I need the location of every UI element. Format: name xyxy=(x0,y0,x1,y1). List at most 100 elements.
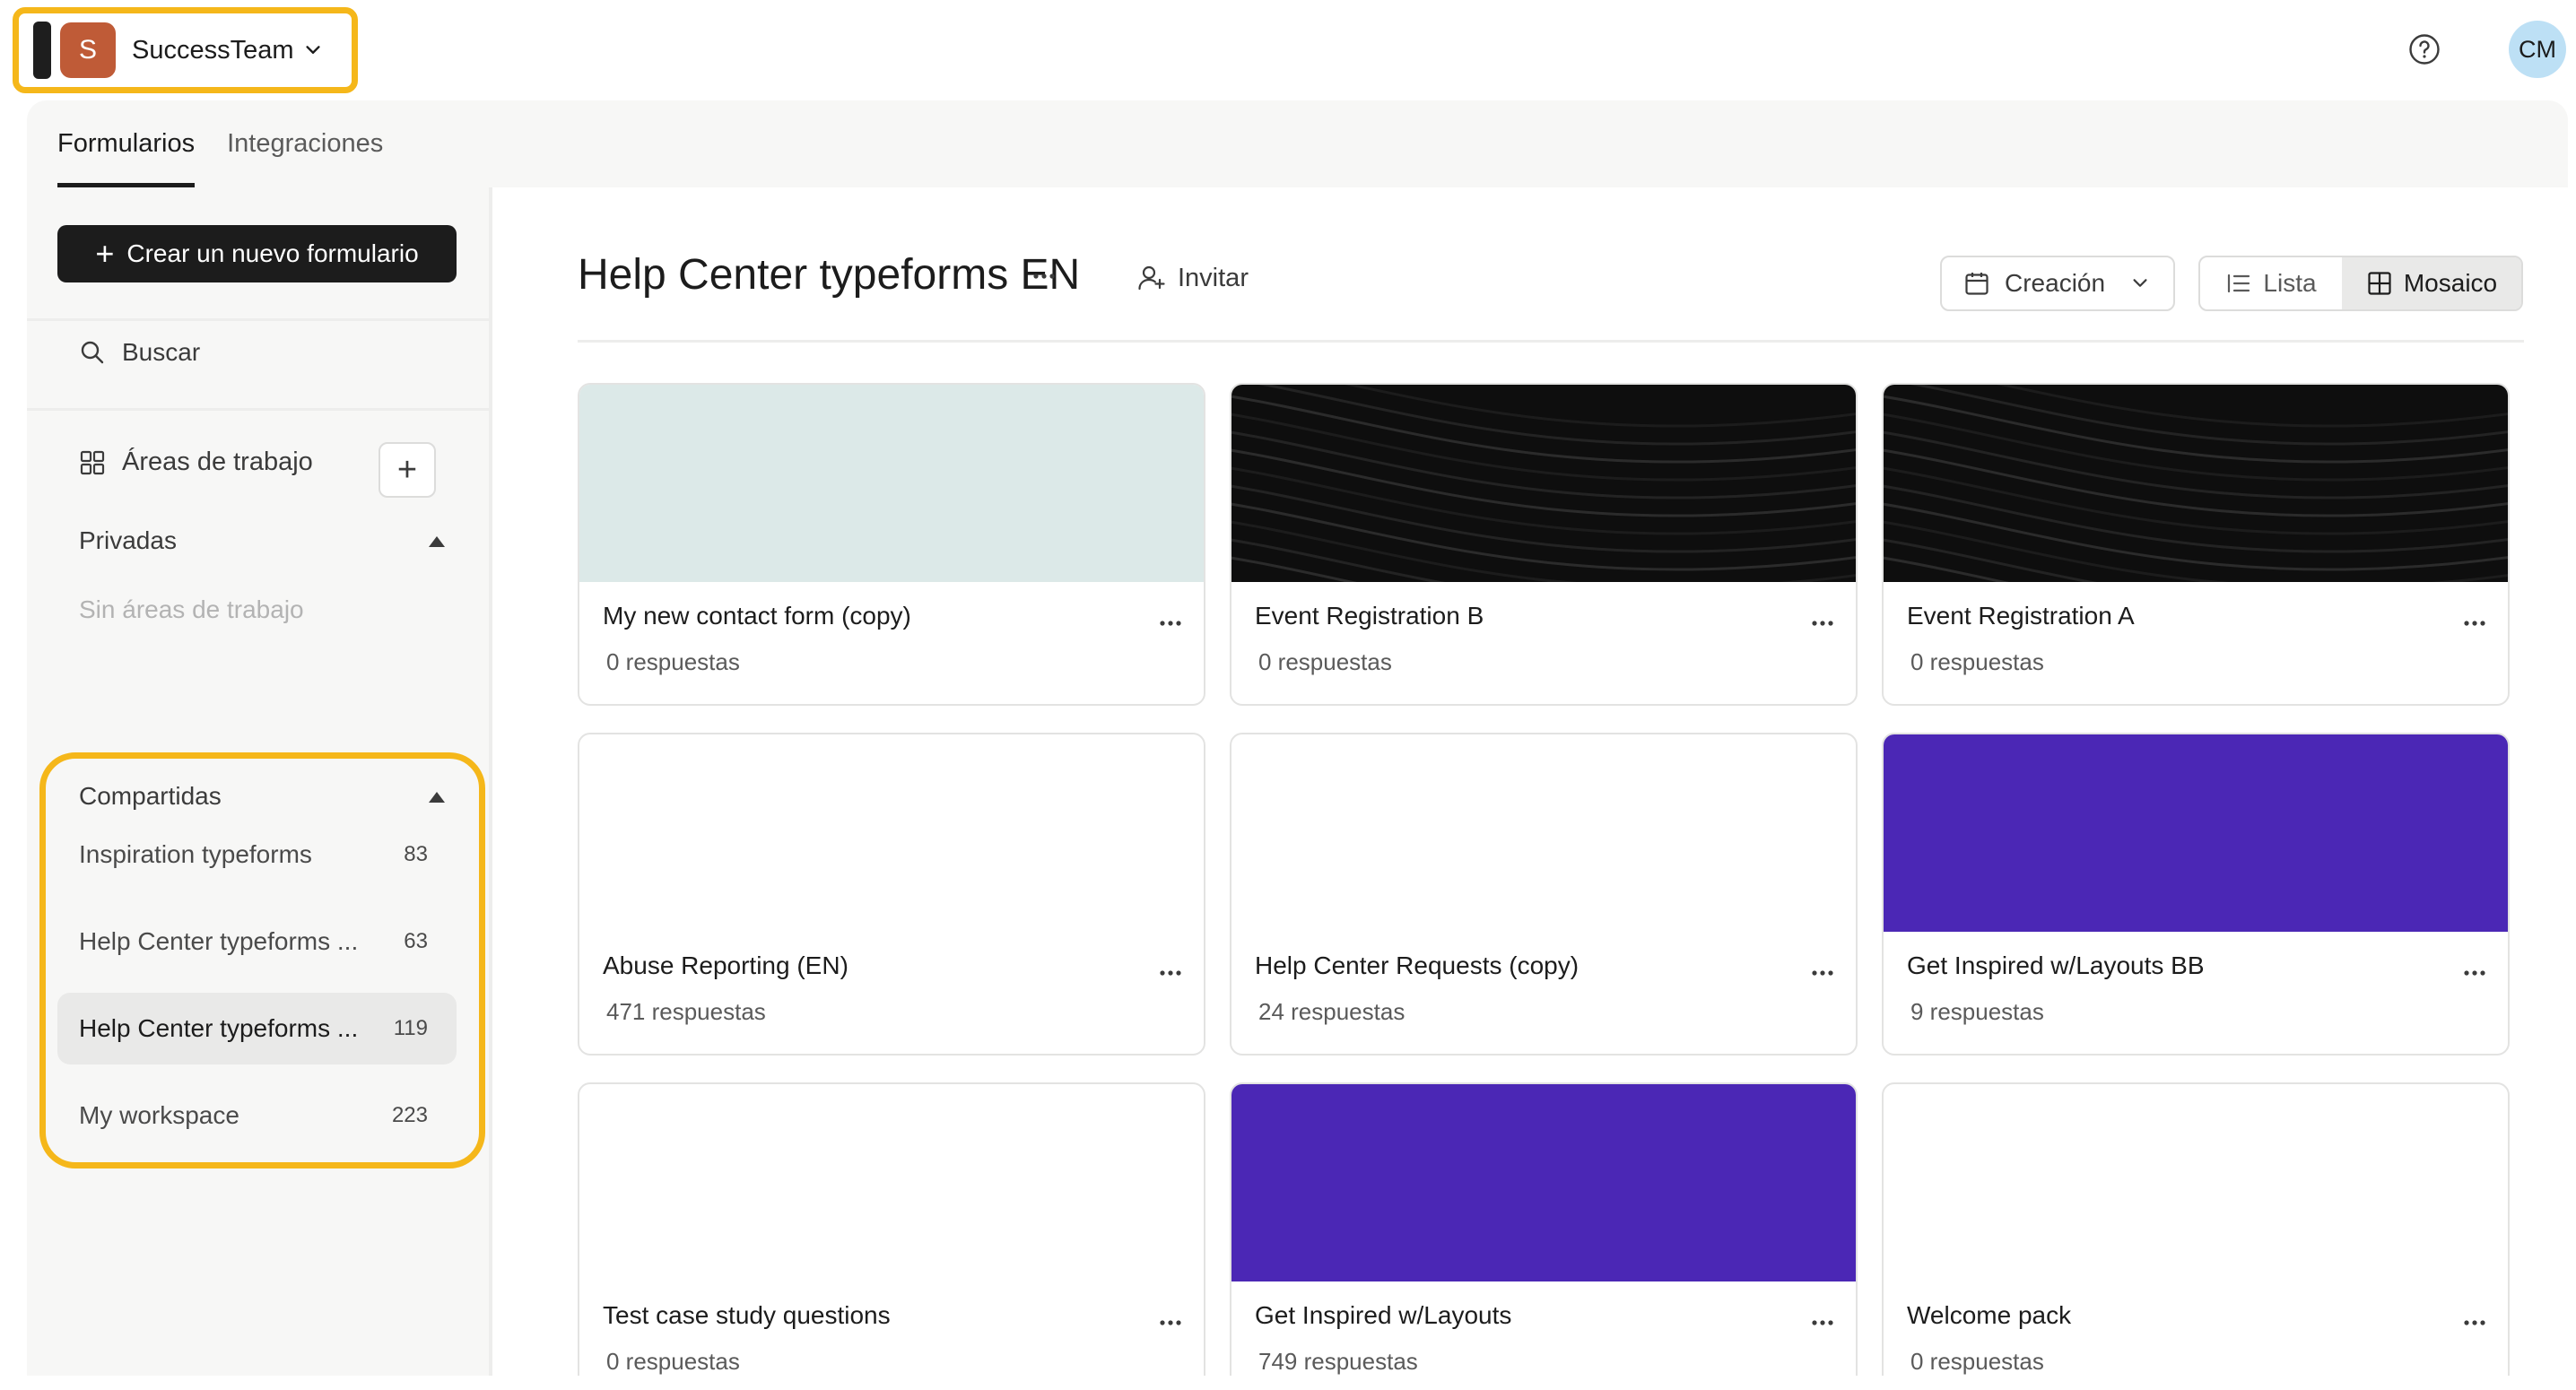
private-empty-note: Sin áreas de trabajo xyxy=(79,595,304,623)
sidebar-item-help-center-typeforms[interactable]: Help Center typeforms ... 63 xyxy=(57,906,457,977)
form-card[interactable]: Event Registration B 0 respuestas xyxy=(1230,383,1858,706)
divider xyxy=(27,318,489,321)
sidebar-item-count: 119 xyxy=(393,1016,428,1040)
org-name: SuccessTeam xyxy=(132,35,294,65)
form-card[interactable]: My new contact form (copy) 0 respuestas xyxy=(578,383,1205,706)
form-thumbnail xyxy=(1884,734,2508,932)
plus-icon: + xyxy=(396,450,418,489)
sidebar-item-my-workspace[interactable]: My workspace 223 xyxy=(57,1080,457,1151)
add-workspace-button[interactable]: + xyxy=(379,442,436,498)
grid-icon xyxy=(2368,272,2391,295)
caret-up-icon[interactable] xyxy=(429,792,445,803)
sidebar: + Crear un nuevo formulario Buscar Áreas… xyxy=(27,187,489,1376)
top-bar: S SuccessTeam CM xyxy=(0,0,2576,99)
tab-integraciones[interactable]: Integraciones xyxy=(227,100,383,187)
view-grid-label: Mosaico xyxy=(2403,269,2498,297)
more-options-icon[interactable] xyxy=(2459,964,2490,982)
sidebar-item-label: Help Center typeforms ... xyxy=(79,1014,359,1042)
view-list-button[interactable]: Lista xyxy=(2200,257,2342,309)
sidebar-item-help-center-typeforms-en[interactable]: Help Center typeforms ... 119 xyxy=(57,993,457,1064)
header-divider xyxy=(578,340,2524,343)
main-panel: Formularios Integraciones + Crear un nue… xyxy=(27,100,2568,1376)
form-title: Event Registration B xyxy=(1255,602,1484,630)
form-response-count: 0 respuestas xyxy=(1910,1348,2044,1375)
tab-formularios[interactable]: Formularios xyxy=(57,100,196,187)
shared-group-toggle[interactable]: Compartidas xyxy=(79,782,222,811)
form-title: Test case study questions xyxy=(603,1301,891,1329)
workspaces-label: Áreas de trabajo xyxy=(122,447,313,476)
form-title: Help Center Requests (copy) xyxy=(1255,951,1580,979)
view-list-label: Lista xyxy=(2263,269,2317,297)
sidebar-item-count: 83 xyxy=(404,842,428,866)
plus-icon: + xyxy=(95,235,115,272)
org-avatar: S xyxy=(60,22,116,78)
user-avatar[interactable]: CM xyxy=(2509,21,2566,78)
invite-button[interactable]: Invitar xyxy=(1136,263,1249,293)
form-response-count: 0 respuestas xyxy=(606,648,740,675)
more-options-icon[interactable] xyxy=(1155,1314,1186,1332)
form-thumbnail xyxy=(1231,385,1856,625)
org-switcher[interactable]: S SuccessTeam xyxy=(13,7,358,93)
form-response-count: 24 respuestas xyxy=(1258,998,1405,1025)
form-title: My new contact form (copy) xyxy=(603,602,911,630)
view-toggle: Lista Mosaico xyxy=(2198,256,2523,311)
org-color-bar xyxy=(33,22,51,79)
form-card[interactable]: Event Registration A 0 respuestas xyxy=(1882,383,2510,706)
form-thumbnail xyxy=(579,385,1204,582)
form-title: Event Registration A xyxy=(1907,602,2135,630)
more-options-icon[interactable] xyxy=(1807,964,1838,982)
sidebar-item-label: Help Center typeforms ... xyxy=(79,927,359,955)
search-icon xyxy=(81,341,104,364)
create-form-button[interactable]: + Crear un nuevo formulario xyxy=(57,225,457,282)
form-response-count: 471 respuestas xyxy=(606,998,766,1025)
form-response-count: 9 respuestas xyxy=(1910,998,2044,1025)
more-options-icon[interactable] xyxy=(1155,614,1186,632)
chevron-down-icon xyxy=(2133,279,2147,287)
list-icon xyxy=(2228,274,2250,293)
form-thumbnail xyxy=(1884,385,2508,625)
form-card[interactable]: Get Inspired w/Layouts BB 9 respuestas xyxy=(1882,733,2510,1056)
form-response-count: 749 respuestas xyxy=(1258,1348,1418,1375)
sidebar-item-label: My workspace xyxy=(79,1101,239,1129)
more-options-icon[interactable] xyxy=(2459,1314,2490,1332)
sidebar-item-count: 63 xyxy=(404,929,428,953)
create-form-label: Crear un nuevo formulario xyxy=(126,239,419,267)
sidebar-item-inspiration-typeforms[interactable]: Inspiration typeforms 83 xyxy=(57,819,457,890)
more-options-icon[interactable] xyxy=(1807,1314,1838,1332)
view-grid-button[interactable]: Mosaico xyxy=(2342,257,2521,309)
help-icon[interactable] xyxy=(2408,33,2441,65)
form-title: Get Inspired w/Layouts xyxy=(1255,1301,1512,1329)
grid-icon xyxy=(80,450,105,474)
page-title: Help Center typeforms EN xyxy=(578,251,1081,299)
workspaces-heading: Áreas de trabajo xyxy=(79,447,313,477)
form-response-count: 0 respuestas xyxy=(1258,648,1392,675)
more-options-icon[interactable] xyxy=(1029,261,1059,291)
sidebar-item-label: Inspiration typeforms xyxy=(79,840,312,868)
form-response-count: 0 respuestas xyxy=(606,1348,740,1375)
sidebar-item-count: 223 xyxy=(391,1103,428,1127)
sort-dropdown[interactable]: Creación xyxy=(1940,256,2175,311)
main-tabs: Formularios Integraciones xyxy=(57,100,415,187)
add-user-icon xyxy=(1138,265,1165,291)
form-card[interactable]: Help Center Requests (copy) 24 respuestas xyxy=(1230,733,1858,1056)
form-thumbnail xyxy=(1231,1084,1856,1281)
form-card[interactable]: Get Inspired w/Layouts 749 respuestas xyxy=(1230,1082,1858,1376)
invite-label: Invitar xyxy=(1178,263,1249,292)
chevron-down-icon xyxy=(305,46,320,54)
content-area: Help Center typeforms EN Invitar Creació… xyxy=(492,187,2568,1376)
form-card[interactable]: Welcome pack 0 respuestas xyxy=(1882,1082,2510,1376)
private-group-toggle[interactable]: Privadas xyxy=(79,526,177,555)
form-card[interactable]: Abuse Reporting (EN) 471 respuestas xyxy=(578,733,1205,1056)
more-options-icon[interactable] xyxy=(1155,964,1186,982)
search-button[interactable]: Buscar xyxy=(79,338,200,367)
form-title: Get Inspired w/Layouts BB xyxy=(1907,951,2205,979)
sort-label: Creación xyxy=(2005,269,2106,297)
more-options-icon[interactable] xyxy=(1807,614,1838,632)
more-options-icon[interactable] xyxy=(2459,614,2490,632)
caret-up-icon[interactable] xyxy=(429,536,445,547)
divider xyxy=(27,408,489,411)
calendar-icon xyxy=(1965,273,1989,295)
search-label: Buscar xyxy=(122,338,201,366)
form-title: Welcome pack xyxy=(1907,1301,2072,1329)
form-card[interactable]: Test case study questions 0 respuestas xyxy=(578,1082,1205,1376)
